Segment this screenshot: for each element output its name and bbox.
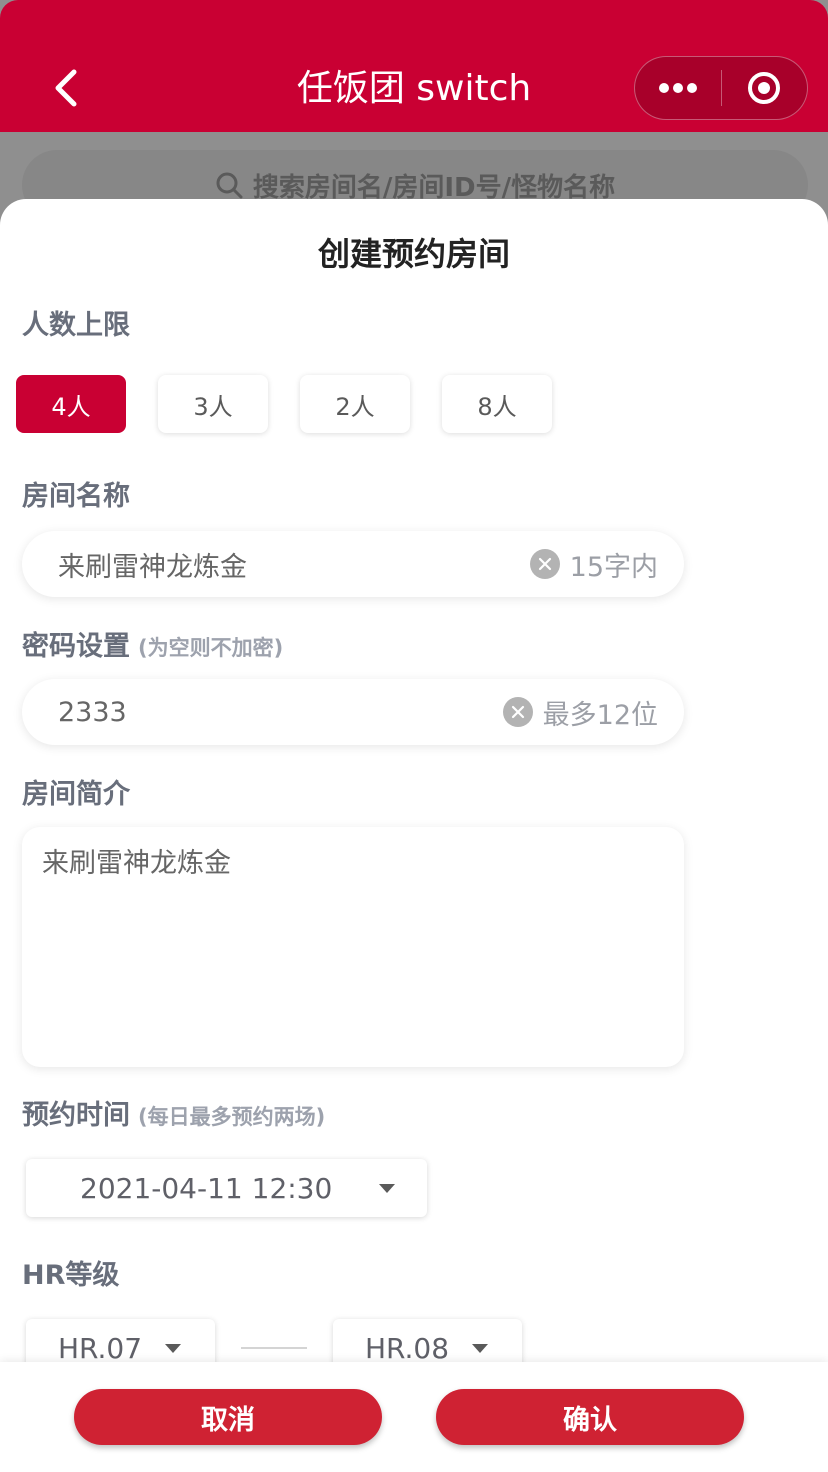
capacity-option-3[interactable]: 3人 — [158, 375, 268, 433]
clear-icon[interactable] — [502, 697, 533, 727]
password-field[interactable]: 2333 最多12位 — [22, 679, 684, 745]
password-sub-label: (为空则不加密) — [138, 636, 284, 660]
password-label: 密码设置 (为空则不加密) — [22, 624, 283, 663]
schedule-picker[interactable]: 2021-04-11 12:30 — [26, 1159, 427, 1217]
hr-max-value: HR.08 — [365, 1331, 450, 1365]
cancel-button[interactable]: 取消 — [74, 1389, 382, 1445]
target-icon — [748, 72, 781, 104]
confirm-button[interactable]: 确认 — [436, 1389, 744, 1445]
mini-program-capsule — [634, 56, 808, 120]
schedule-label-text: 预约时间 — [22, 1100, 130, 1131]
sheet-title: 创建预约房间 — [317, 235, 510, 273]
chevron-down-icon — [379, 1183, 395, 1193]
schedule-sub-label: (每日最多预约两场) — [138, 1105, 326, 1129]
room-name-label: 房间名称 — [22, 481, 130, 512]
top-navigation-bar: 任饭团 switch — [0, 0, 828, 132]
room-name-field[interactable]: 来刷雷神龙炼金 15字内 — [22, 531, 684, 597]
password-hint: 最多12位 — [542, 699, 658, 731]
capacity-label: 人数上限 — [22, 310, 130, 341]
hr-min-value: HR.07 — [58, 1331, 143, 1365]
schedule-label: 预约时间 (每日最多预约两场) — [22, 1093, 325, 1132]
more-dots-icon — [658, 83, 697, 93]
hr-label: HR等级 — [22, 1260, 120, 1291]
search-placeholder: 搜索房间名/房间ID号/怪物名称 — [252, 172, 616, 203]
action-footer: 取消 确认 — [0, 1362, 828, 1472]
capacity-option-2[interactable]: 2人 — [300, 375, 410, 433]
capacity-option-8[interactable]: 8人 — [442, 375, 552, 433]
capacity-option-4[interactable]: 4人 — [16, 375, 126, 433]
clear-icon[interactable] — [529, 549, 560, 579]
schedule-value: 2021-04-11 12:30 — [80, 1171, 333, 1205]
intro-label: 房间简介 — [22, 779, 130, 810]
range-divider — [241, 1347, 307, 1349]
room-name-value: 来刷雷神龙炼金 — [58, 551, 247, 583]
password-value: 2333 — [58, 696, 127, 728]
password-label-text: 密码设置 — [22, 631, 130, 662]
intro-textarea[interactable]: 来刷雷神龙炼金 — [22, 827, 684, 1067]
close-miniprogram-button[interactable] — [722, 57, 808, 119]
room-name-hint: 15字内 — [569, 551, 658, 583]
search-icon — [216, 172, 243, 199]
chevron-down-icon — [472, 1343, 488, 1353]
create-room-sheet: 创建预约房间 人数上限 4人 3人 2人 8人 房间名称 来刷雷神龙炼金 15字… — [0, 199, 828, 1472]
more-button[interactable] — [635, 57, 721, 119]
chevron-down-icon — [165, 1343, 181, 1353]
